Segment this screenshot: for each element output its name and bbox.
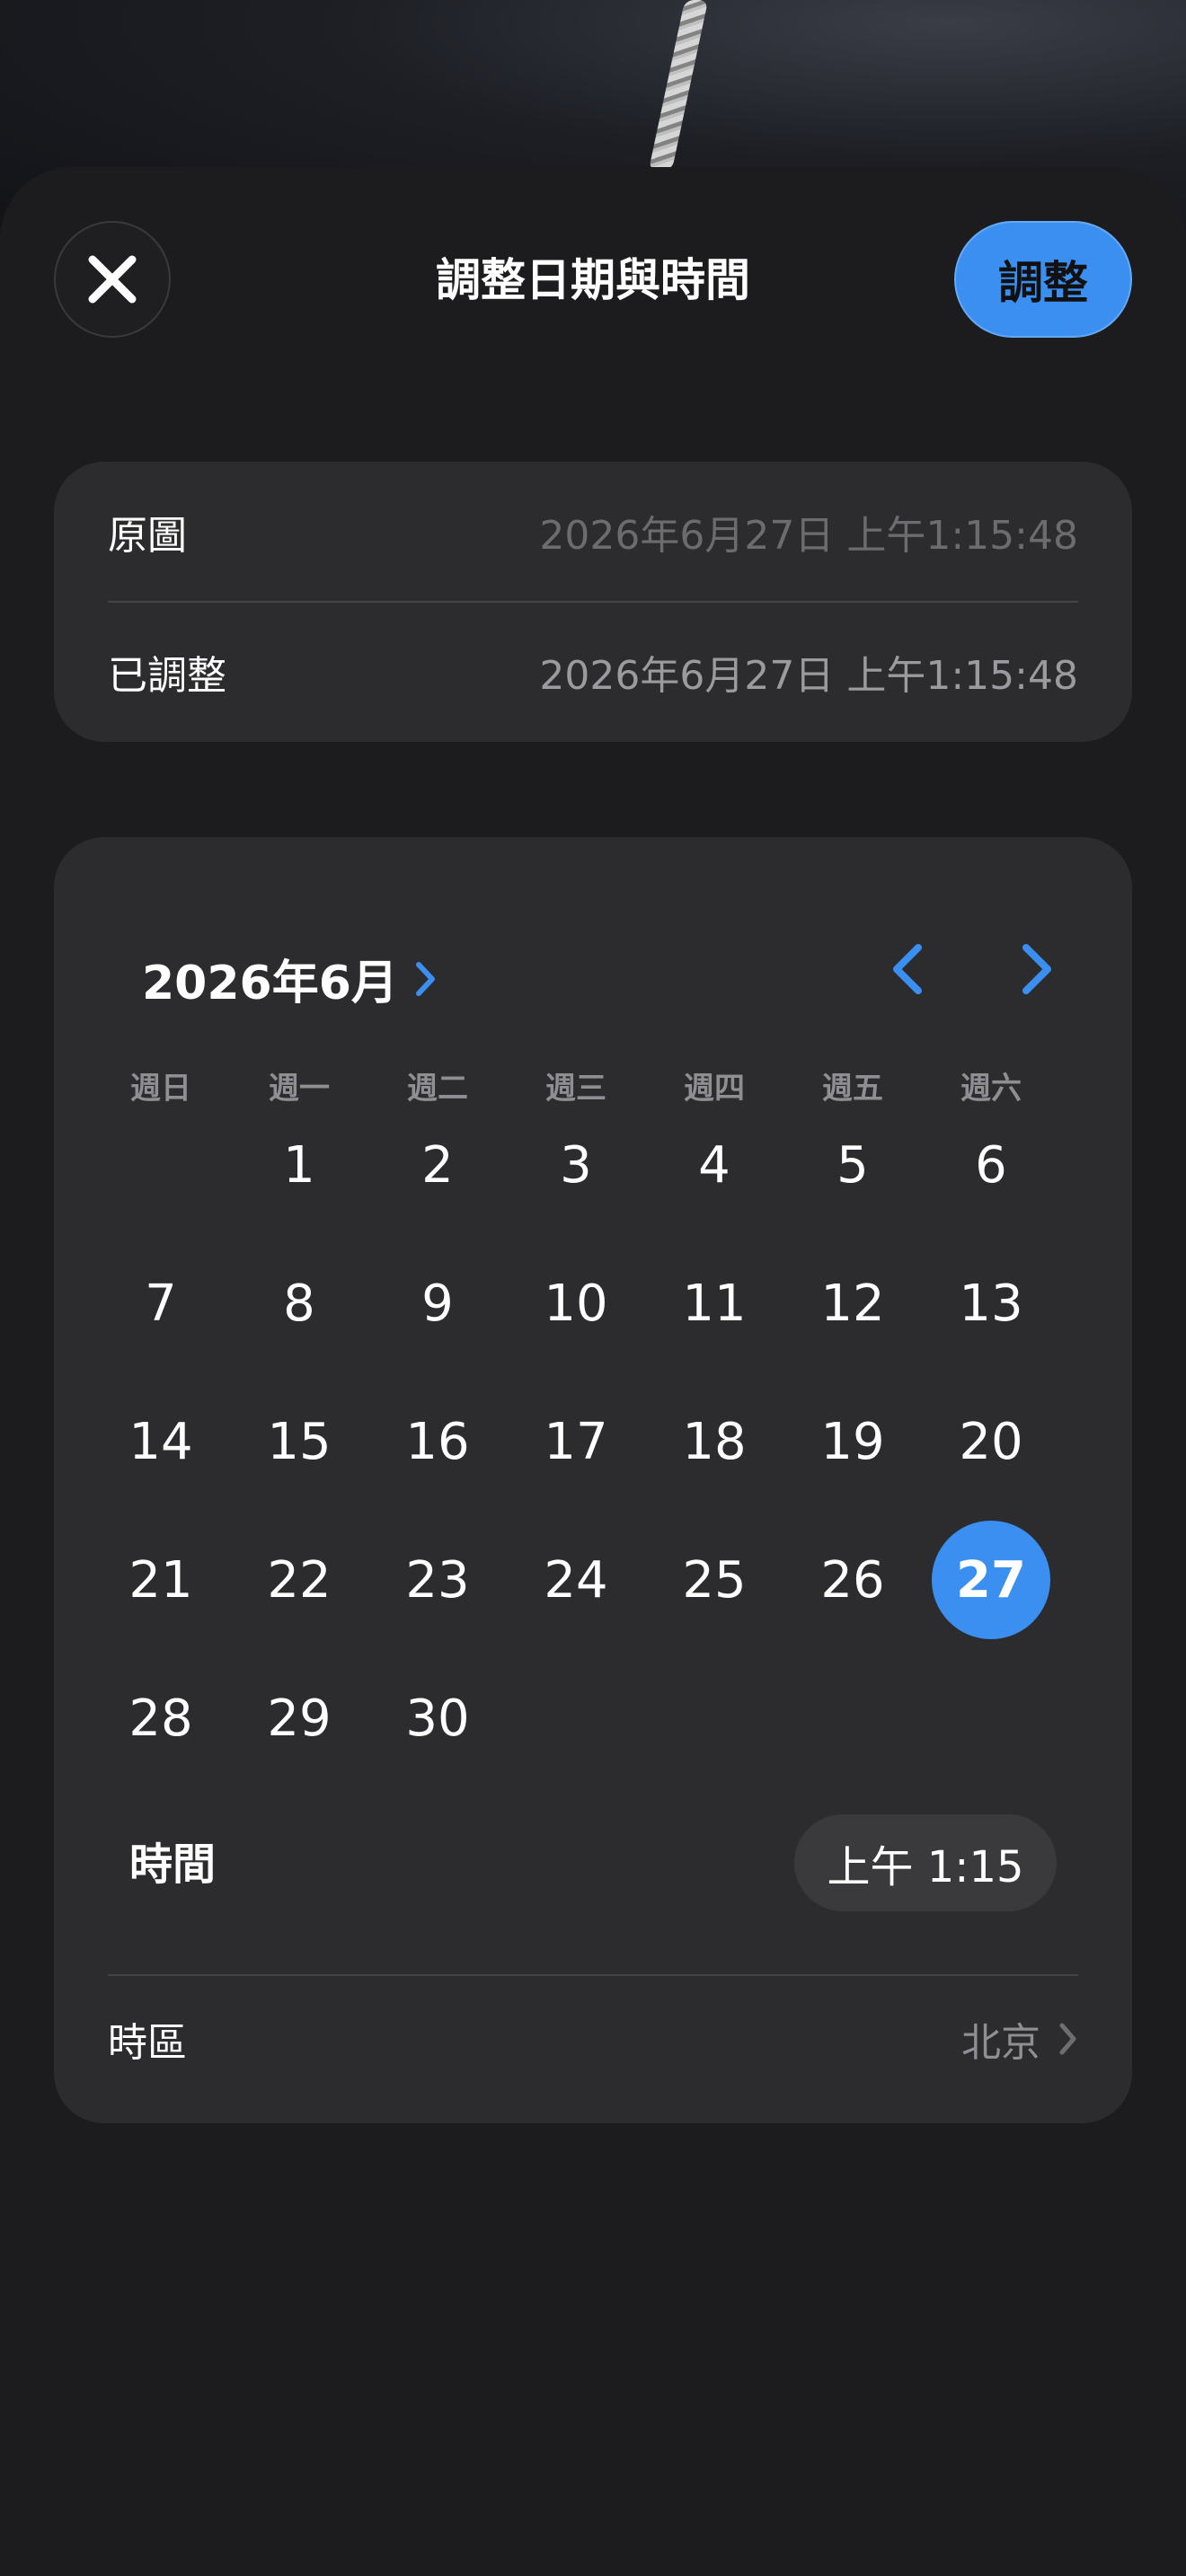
time-label: 時間: [129, 1839, 217, 1890]
day-cell[interactable]: 30: [368, 1649, 507, 1787]
chevron-right-icon: [1022, 944, 1051, 994]
calendar-grid: 1 2 3 4 5 6 7 8 9 10 11 12 13 14 15 16 17 18 19 20 21 22 23 24 2…: [92, 1096, 1132, 1787]
time-picker-button[interactable]: 上午 1:15: [794, 1814, 1057, 1911]
chevron-left-icon: [893, 944, 922, 994]
empty-day-cell: [92, 1096, 230, 1234]
timezone-value-group: 北京: [961, 2010, 1078, 2068]
adjusted-label: 已調整: [108, 653, 226, 699]
day-number: 4: [698, 1135, 730, 1195]
date-summary-card: 原圖 2026年6月27日 上午1:15:48 已調整 2026年6月27日 上…: [54, 462, 1132, 742]
day-number: 19: [820, 1412, 885, 1471]
day-number: 26: [820, 1550, 885, 1610]
adjusted-value: 2026年6月27日 上午1:15:48: [539, 653, 1078, 699]
day-number: 28: [128, 1689, 193, 1748]
day-cell[interactable]: 26: [783, 1511, 922, 1649]
day-cell[interactable]: 16: [368, 1372, 507, 1511]
day-number: 24: [544, 1550, 608, 1610]
day-cell[interactable]: 19: [783, 1372, 922, 1511]
day-number: 9: [421, 1274, 454, 1333]
day-number: 25: [682, 1550, 747, 1610]
adjust-button[interactable]: 調整: [954, 221, 1132, 338]
selected-day[interactable]: 27: [922, 1511, 1060, 1649]
day-cell[interactable]: 6: [922, 1096, 1060, 1234]
day-cell[interactable]: 20: [922, 1372, 1060, 1511]
day-number: 3: [560, 1135, 592, 1195]
day-number: 15: [267, 1412, 332, 1471]
day-number: 8: [283, 1274, 315, 1333]
original-row: 原圖 2026年6月27日 上午1:15:48: [108, 462, 1078, 602]
day-cell[interactable]: 17: [507, 1372, 645, 1511]
timezone-value: 北京: [961, 2020, 1040, 2066]
day-cell[interactable]: 25: [645, 1511, 783, 1649]
day-number: 5: [836, 1135, 869, 1195]
day-cell[interactable]: 1: [230, 1096, 368, 1234]
adjusted-row: 已調整 2026年6月27日 上午1:15:48: [108, 602, 1078, 742]
day-cell[interactable]: 21: [92, 1511, 230, 1649]
next-month-button[interactable]: [1010, 938, 1064, 1001]
month-picker-toggle[interactable]: 2026年6月: [142, 945, 438, 1012]
day-number: 23: [405, 1550, 470, 1610]
day-cell[interactable]: 22: [230, 1511, 368, 1649]
day-cell[interactable]: 13: [922, 1234, 1060, 1372]
day-number: 12: [820, 1274, 885, 1333]
adjust-date-time-sheet: 調整日期與時間 調整 原圖 2026年6月27日 上午1:15:48 已調整 2…: [0, 167, 1186, 2576]
day-cell[interactable]: 15: [230, 1372, 368, 1511]
day-number: 16: [405, 1412, 470, 1471]
day-number: 10: [544, 1274, 608, 1333]
previous-month-button[interactable]: [881, 938, 934, 1001]
day-cell[interactable]: 4: [645, 1096, 783, 1234]
day-number: 27: [932, 1521, 1050, 1639]
day-number: 6: [975, 1135, 1007, 1195]
day-number: 14: [128, 1412, 193, 1471]
chevron-right-icon: [415, 961, 435, 996]
month-label: 2026年6月: [142, 957, 398, 1010]
day-cell[interactable]: 10: [507, 1234, 645, 1372]
day-number: 20: [959, 1412, 1023, 1471]
day-cell[interactable]: 28: [92, 1649, 230, 1787]
day-cell[interactable]: 11: [645, 1234, 783, 1372]
day-cell[interactable]: 3: [507, 1096, 645, 1234]
day-cell[interactable]: 9: [368, 1234, 507, 1372]
day-number: 13: [959, 1274, 1023, 1333]
day-cell[interactable]: 5: [783, 1096, 922, 1234]
day-number: 22: [267, 1550, 332, 1610]
day-number: 21: [128, 1550, 193, 1610]
day-number: 18: [682, 1412, 747, 1471]
calendar-card: 2026年6月 週日 週一 週二 週三 週四 週五 週六 1 2 3 4 5 6 7 8 9 10 11 12 13…: [54, 837, 1132, 2123]
day-number: 30: [405, 1689, 470, 1748]
day-cell[interactable]: 7: [92, 1234, 230, 1372]
day-cell[interactable]: 23: [368, 1511, 507, 1649]
rope-photo-detail: [648, 0, 709, 171]
day-cell[interactable]: 2: [368, 1096, 507, 1234]
day-cell[interactable]: 14: [92, 1372, 230, 1511]
chevron-right-icon: [1059, 2023, 1076, 2055]
day-number: 11: [682, 1274, 747, 1333]
timezone-row[interactable]: 時區 北京: [108, 1976, 1078, 2102]
day-number: 7: [145, 1274, 177, 1333]
day-number: 2: [421, 1135, 454, 1195]
original-value: 2026年6月27日 上午1:15:48: [539, 513, 1078, 559]
timezone-label: 時區: [108, 2020, 187, 2066]
day-cell[interactable]: 8: [230, 1234, 368, 1372]
day-cell[interactable]: 29: [230, 1649, 368, 1787]
original-label: 原圖: [108, 513, 187, 559]
day-number: 1: [283, 1135, 315, 1195]
day-number: 17: [544, 1412, 608, 1471]
day-cell[interactable]: 18: [645, 1372, 783, 1511]
day-cell[interactable]: 24: [507, 1511, 645, 1649]
day-cell[interactable]: 12: [783, 1234, 922, 1372]
day-number: 29: [267, 1689, 332, 1748]
